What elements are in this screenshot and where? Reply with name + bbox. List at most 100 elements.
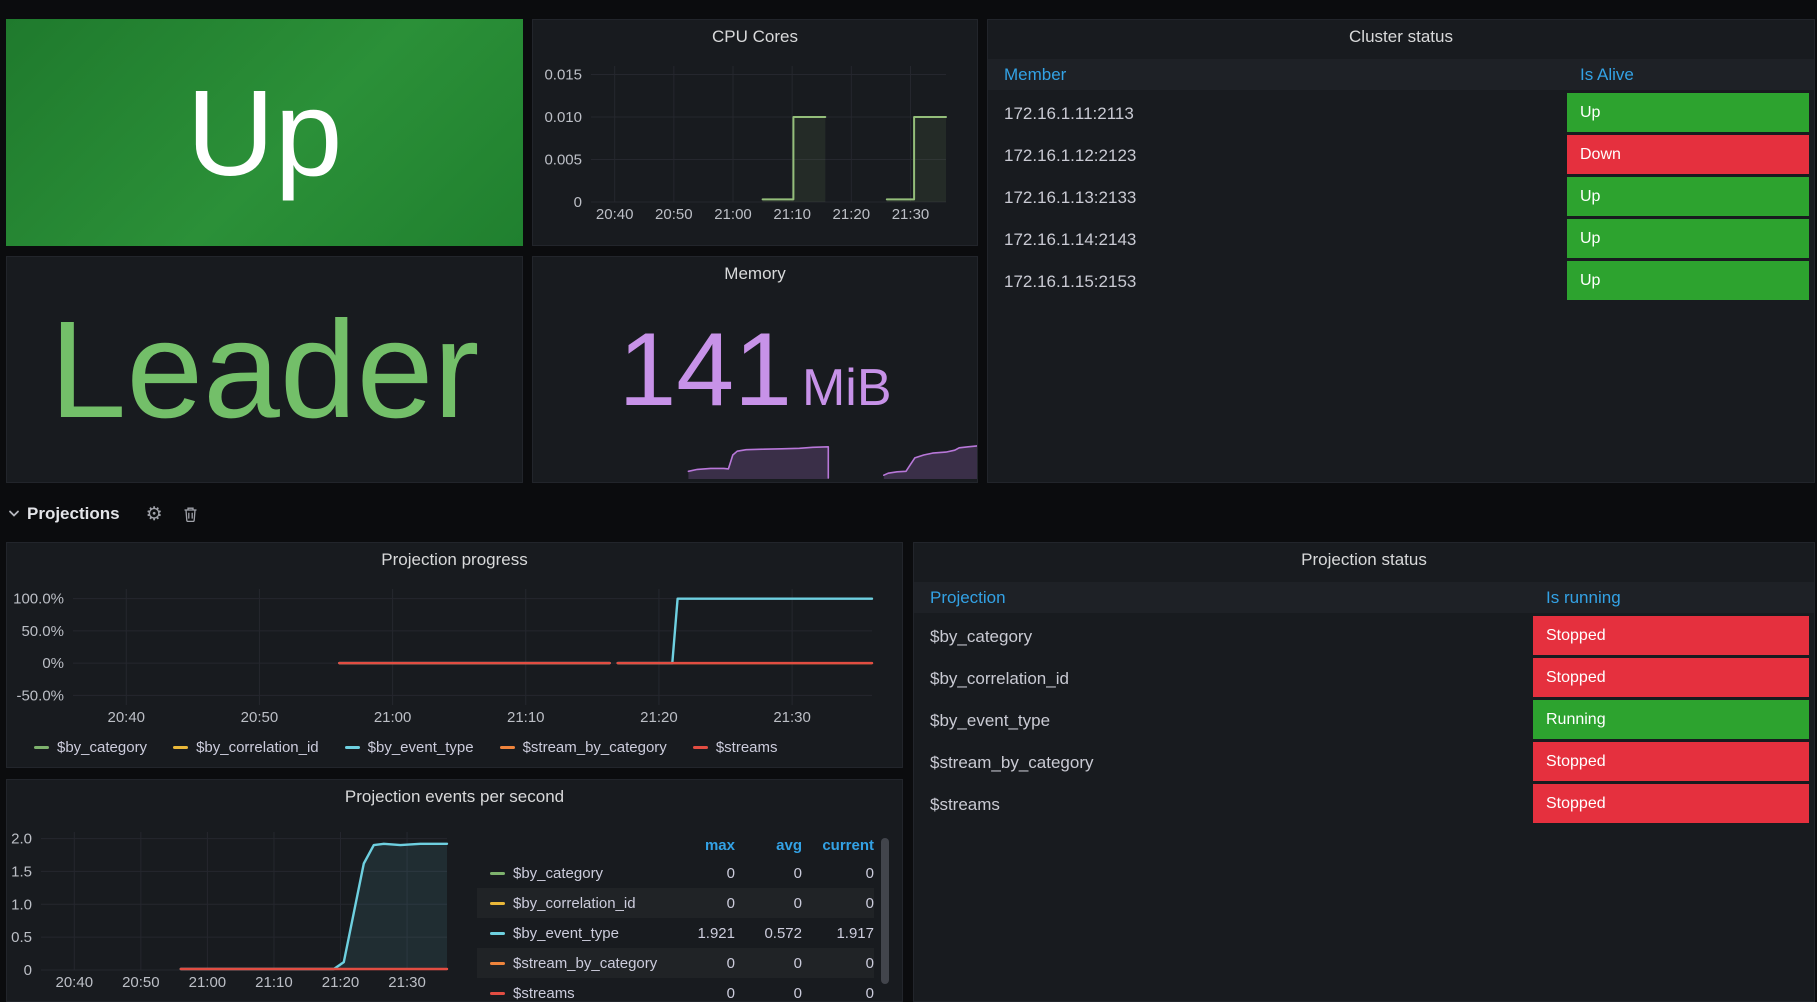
status-pill: Up [1567,261,1809,300]
column-header-projection[interactable]: Projection [914,588,1006,608]
panel-leader: Leader [6,256,523,483]
projections-row-label: Projections [27,504,120,524]
panel-title-memory[interactable]: Memory [533,264,977,284]
table-row: $stream_by_categoryStopped [914,742,1814,784]
trash-icon [183,506,198,523]
panel-up: Up [6,19,523,246]
member-cell: 172.16.1.15:2153 [1004,261,1136,303]
legend-value-avg: 0 [735,895,802,912]
legend-item[interactable]: $by_correlation_id [477,895,665,912]
panel-title-projection-events[interactable]: Projection events per second [7,787,902,807]
column-header-is-running[interactable]: Is running [1546,588,1621,608]
legend-column-max[interactable]: max [665,837,735,854]
svg-text:21:00: 21:00 [374,709,412,726]
legend-scrollbar[interactable] [881,838,889,984]
svg-text:21:10: 21:10 [507,709,545,726]
table-row: $streamsStopped [914,784,1814,826]
memory-unit: MiB [802,359,892,417]
status-pill: Stopped [1533,658,1809,697]
legend-value-current: 0 [802,865,874,882]
svg-text:2.0: 2.0 [11,831,32,848]
legend-value-current: 0 [802,985,874,1002]
legend-item[interactable]: $stream_by_category [477,955,665,972]
legend-item[interactable]: $by_event_type [477,925,665,942]
svg-text:20:40: 20:40 [596,206,634,223]
legend-label: $streams [513,985,575,1002]
status-pill: Running [1533,700,1809,739]
svg-text:21:30: 21:30 [388,974,426,991]
svg-text:21:10: 21:10 [255,974,293,991]
legend-color-dash [490,932,505,935]
svg-text:21:00: 21:00 [189,974,227,991]
panel-title-cpu-cores[interactable]: CPU Cores [533,27,977,47]
panel-title-projection-status[interactable]: Projection status [914,550,1814,570]
table-row: 172.16.1.11:2113Up [988,93,1814,135]
member-cell: 172.16.1.14:2143 [1004,219,1136,261]
projection-cell: $by_category [930,616,1032,658]
chevron-down-icon [8,510,20,518]
svg-text:0.005: 0.005 [544,152,582,169]
events-legend-body: $by_category000$by_correlation_id000$by_… [477,858,874,1002]
svg-text:20:50: 20:50 [655,206,693,223]
panel-title-cluster-status[interactable]: Cluster status [988,27,1814,47]
legend-item[interactable]: $stream_by_category [500,739,667,756]
legend-value-max: 0 [665,985,735,1002]
table-row: 172.16.1.14:2143 Up [988,219,1814,261]
legend-label: $by_category [513,865,603,882]
row-settings-button[interactable]: ⚙ [146,505,163,524]
svg-text:0%: 0% [42,655,64,672]
panel-projection-progress: Projection progress 20:4020:5021:0021:10… [6,542,903,768]
row-delete-button[interactable] [183,506,198,523]
memory-sparkline-chart [533,425,978,481]
status-table-body: $by_categoryStopped$by_correlation_idSto… [914,616,1814,826]
memory-number: 141 [618,312,792,428]
status-pill: Down [1567,135,1809,174]
svg-text:21:30: 21:30 [773,709,811,726]
legend-value-avg: 0 [735,985,802,1002]
legend-value-max: 0 [665,895,735,912]
legend-item[interactable]: $streams [477,985,665,1002]
legend-column-avg[interactable]: avg [735,837,802,854]
projection-progress-chart[interactable]: 20:4020:5021:0021:1021:2021:30-50.0%0%50… [7,543,903,768]
svg-text:100.0%: 100.0% [13,591,64,608]
legend-item[interactable]: $by_category [34,739,147,756]
legend-column-current[interactable]: current [802,837,874,854]
table-row: 172.16.1.13:2133 Up [988,177,1814,219]
legend-value-max: 0 [665,955,735,972]
status-pill: Up [1567,93,1809,132]
progress-legend: $by_category $by_correlation_id $by_event_… [34,739,778,756]
legend-table-row: $by_category000 [477,858,874,888]
legend-color-dash [500,746,515,749]
table-row: 172.16.1.12:2123Down [988,135,1814,177]
legend-item[interactable]: $by_correlation_id [173,739,319,756]
table-row: $by_event_typeRunning [914,700,1814,742]
svg-text:21:00: 21:00 [714,206,752,223]
column-header-is-alive[interactable]: Is Alive [1580,65,1634,85]
status-pill: Up [1567,177,1809,216]
svg-text:1.0: 1.0 [11,896,32,913]
table-row: 172.16.1.15:2153 Up [988,261,1814,303]
legend-label: $by_event_type [513,925,619,942]
legend-item[interactable]: $by_event_type [345,739,474,756]
legend-value-max: 0 [665,865,735,882]
panel-memory: Memory 141MiB [532,256,978,483]
table-row: $by_category Stopped [914,616,1814,658]
member-cell: 172.16.1.13:2133 [1004,177,1136,219]
legend-item[interactable]: $by_category [477,865,665,882]
panel-title-projection-progress[interactable]: Projection progress [7,550,902,570]
legend-label: $by_correlation_id [513,895,636,912]
legend-label: $by_event_type [368,739,474,756]
status-pill: Stopped [1533,616,1809,655]
cpu-cores-chart[interactable]: 20:4020:5021:0021:1021:2021:3000.0050.01… [533,20,978,246]
leader-status-value: Leader [50,301,480,439]
svg-text:21:20: 21:20 [322,974,360,991]
panel-cpu-cores: CPU Cores 20:4020:5021:0021:1021:2021:30… [532,19,978,246]
cluster-table-body: 172.16.1.11:2113Up172.16.1.12:2123Down17… [988,93,1814,303]
panel-cluster-status: Cluster status Member Is Alive 172.16.1.… [987,19,1815,483]
status-pill: Up [1567,219,1809,258]
projections-row-header[interactable]: Projections ⚙ [8,498,198,530]
column-header-member[interactable]: Member [988,65,1066,85]
legend-label: $stream_by_category [513,955,657,972]
legend-item[interactable]: $streams [693,739,778,756]
svg-text:-50.0%: -50.0% [16,687,64,704]
